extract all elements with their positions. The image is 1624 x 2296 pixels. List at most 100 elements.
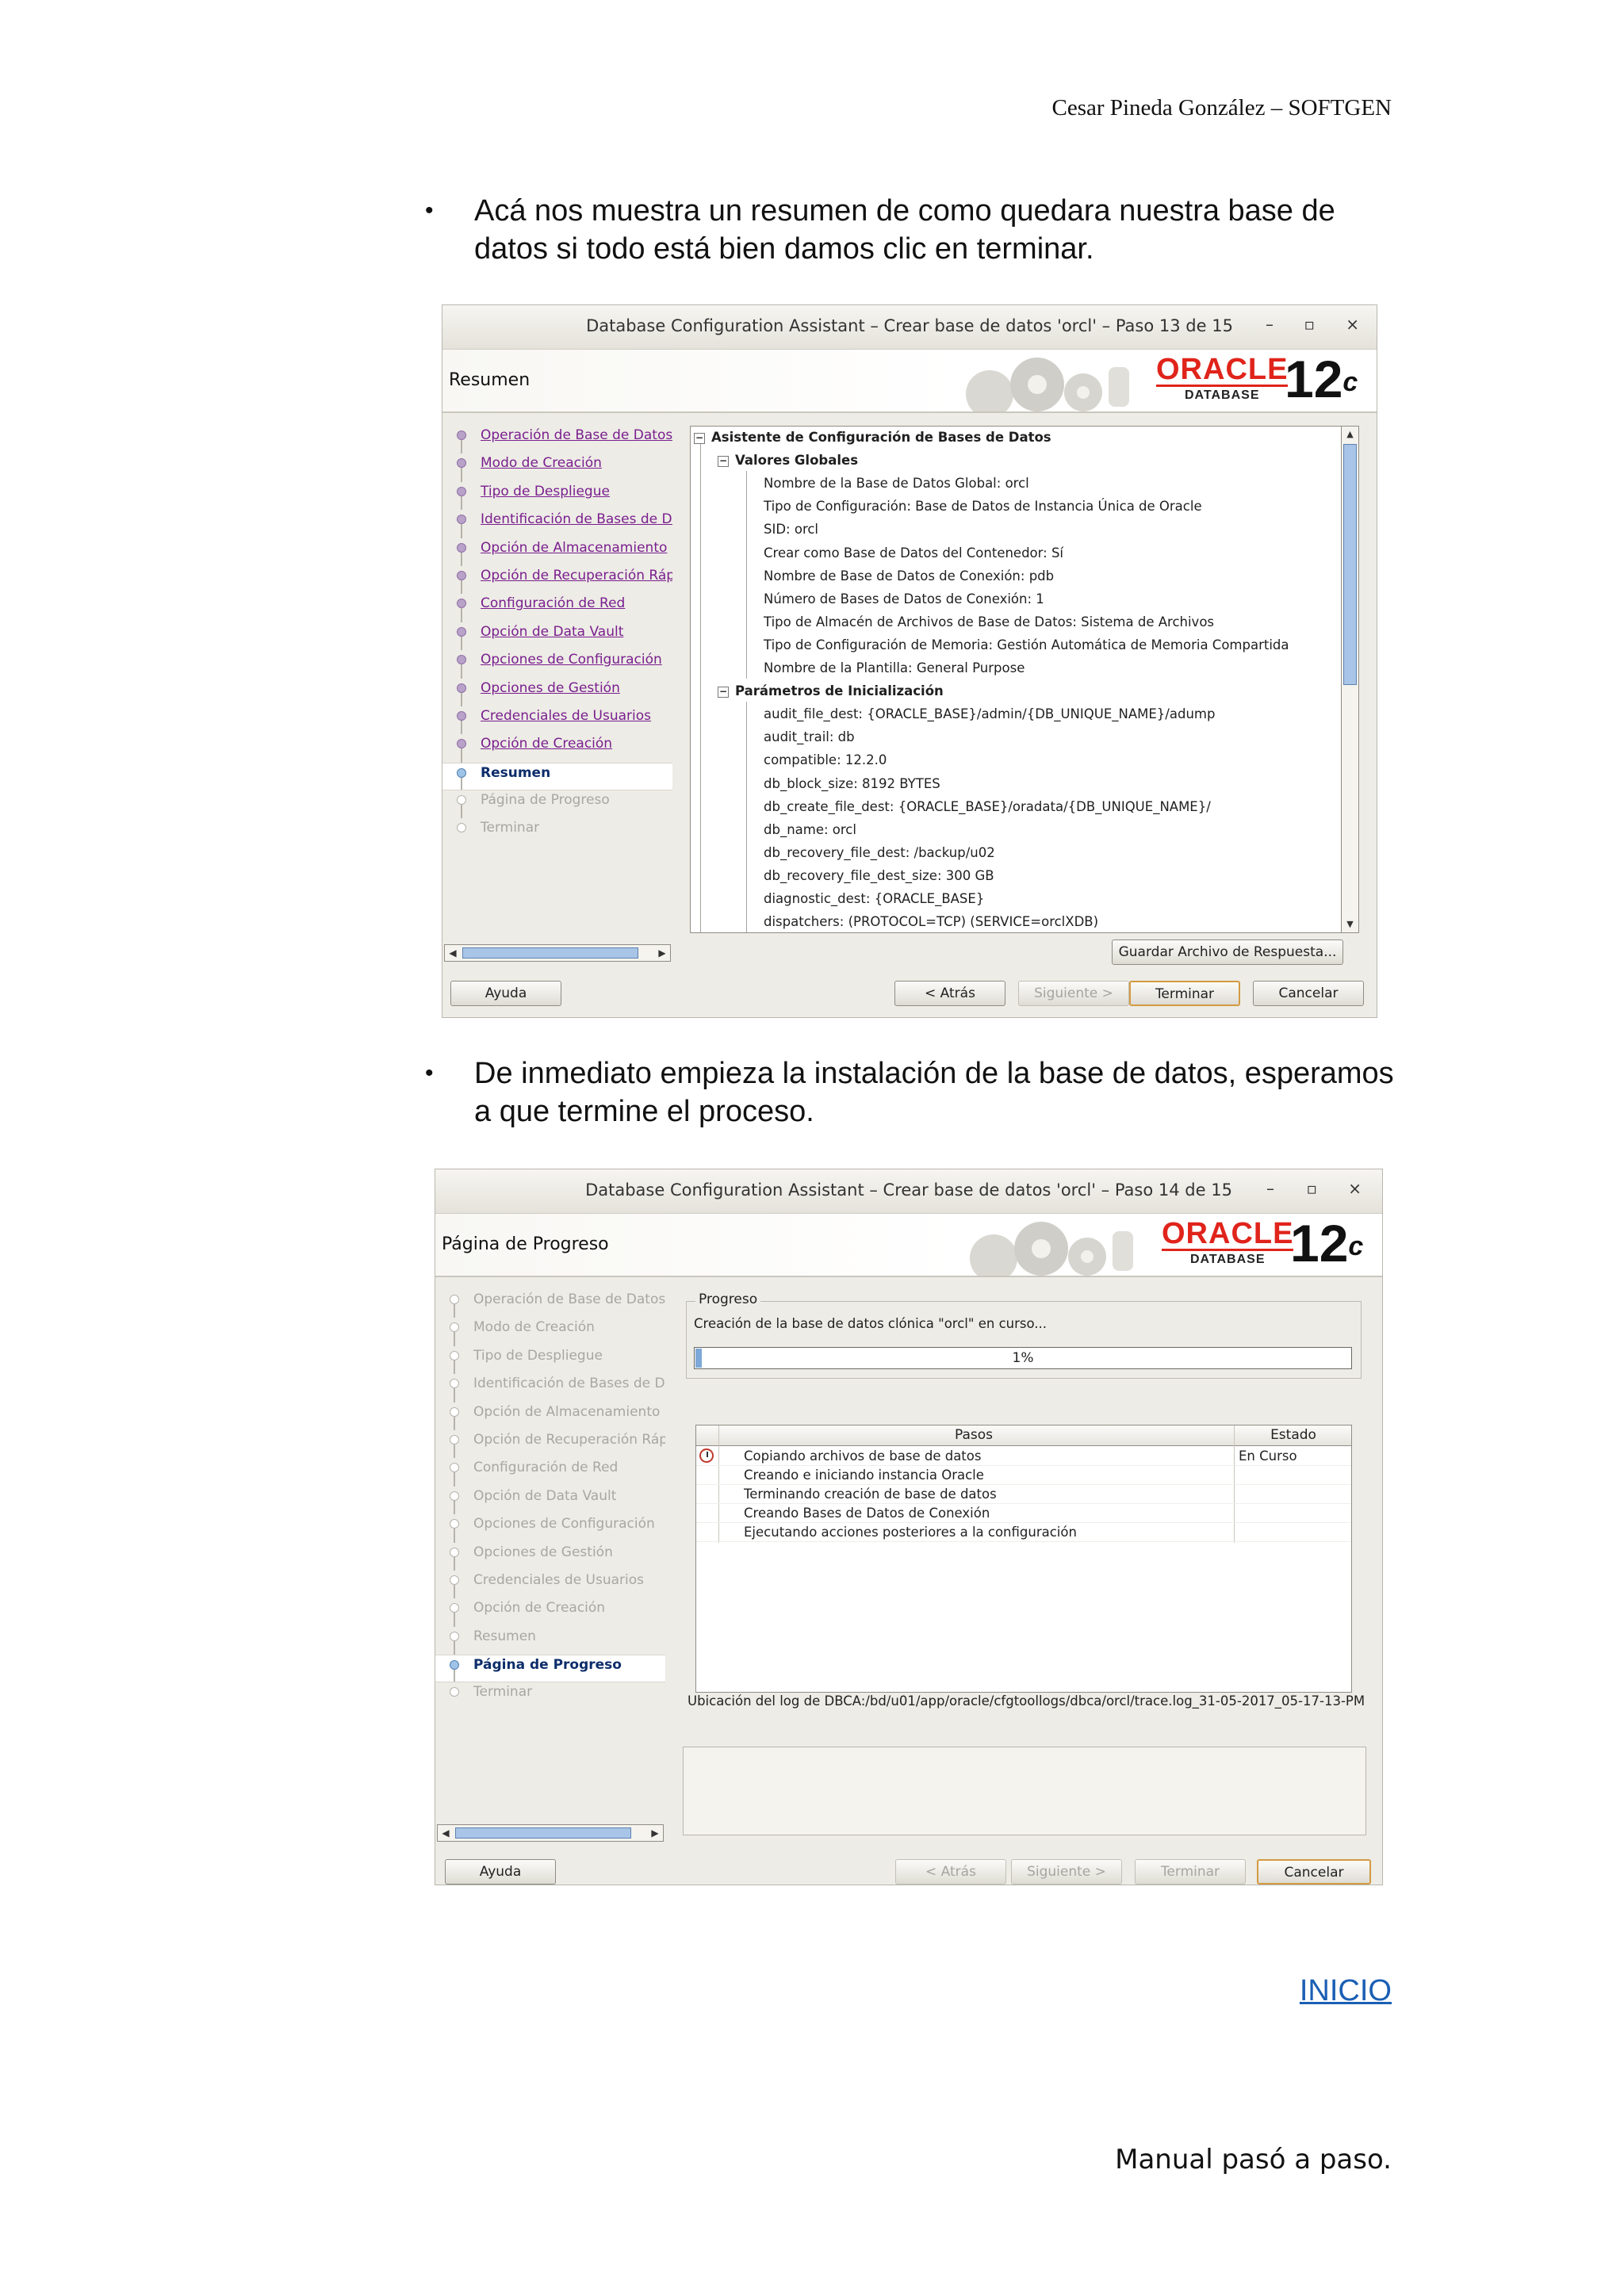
- next-button[interactable]: Siguiente >: [1011, 1859, 1122, 1885]
- scroll-down-icon[interactable]: ▼: [1342, 916, 1358, 932]
- back-button[interactable]: < Atrás: [895, 1859, 1006, 1885]
- nav-item[interactable]: Opción de Almacenamiento: [442, 538, 672, 566]
- tree-leaf-node: Crear como Base de Datos del Contenedor:…: [764, 545, 1063, 561]
- finish-button[interactable]: Terminar: [1129, 981, 1240, 1006]
- steps-header-name: Pasos: [954, 1427, 994, 1443]
- document-page: Cesar Pineda González – SOFTGEN • Acá no…: [0, 0, 1624, 2296]
- nav-item-label: Opciones de Gestión: [473, 1544, 613, 1560]
- nav-item-label: Operación de Base de Datos: [473, 1292, 665, 1307]
- tree-root-node: − Asistente de Configuración de Bases de …: [694, 430, 1051, 445]
- window-title: Database Configuration Assistant – Crear…: [586, 316, 1233, 335]
- scrollbar-thumb[interactable]: [455, 1827, 631, 1839]
- tree-leaf-node: SID: orcl: [764, 522, 818, 537]
- tree-leaf-node: Nombre de Base de Datos de Conexión: pdb: [764, 568, 1054, 584]
- nav-item[interactable]: Modo de Creación: [442, 453, 672, 482]
- nav-item[interactable]: Opciones de Gestión: [442, 679, 672, 706]
- oracle-product: DATABASE: [1189, 1253, 1266, 1266]
- nav-item[interactable]: Identificación de Bases de Da: [442, 510, 672, 538]
- step-indicator-icon: [450, 1490, 459, 1501]
- gears-icon: [966, 358, 1129, 411]
- scrollbar-thumb[interactable]: [1343, 444, 1357, 685]
- scroll-right-icon[interactable]: ▶: [654, 945, 670, 961]
- nav-item[interactable]: Opción de Creación: [442, 734, 672, 763]
- step-indicator-icon: [450, 1350, 459, 1360]
- tree-guide-line: [700, 444, 701, 932]
- cancel-button[interactable]: Cancelar: [1253, 981, 1364, 1006]
- cancel-button[interactable]: Cancelar: [1257, 1859, 1371, 1885]
- scroll-left-icon[interactable]: ◀: [438, 1825, 454, 1841]
- nav-item: Resumen: [442, 762, 672, 791]
- scroll-left-icon[interactable]: ◀: [445, 945, 461, 961]
- minimize-icon[interactable]: –: [1266, 315, 1274, 334]
- tree-leaf-node: db_recovery_file_dest: /backup/u02: [764, 845, 995, 860]
- oracle-product: DATABASE: [1184, 388, 1260, 402]
- inicio-link[interactable]: INICIO: [1300, 1974, 1392, 2008]
- nav-item[interactable]: Opción de Data Vault: [442, 622, 672, 651]
- scroll-right-icon[interactable]: ▶: [647, 1825, 663, 1841]
- oracle-logo: ORACLE DATABASE: [1162, 1219, 1294, 1267]
- tree-vertical-scrollbar[interactable]: ▲ ▼: [1341, 427, 1358, 932]
- tree-guide-line: [746, 471, 747, 679]
- nav-item-label: Terminar: [473, 1684, 533, 1701]
- step-indicator-icon: [457, 655, 466, 665]
- step-name: Copiando archivos de base de datos: [744, 1448, 982, 1464]
- maximize-icon[interactable]: ▫: [1306, 1179, 1317, 1198]
- maximize-icon[interactable]: ▫: [1304, 315, 1315, 334]
- tree-node-text: Tipo de Configuración: Base de Datos de …: [764, 499, 1202, 515]
- log-output-area[interactable]: [683, 1747, 1366, 1835]
- step-indicator-icon: [457, 823, 466, 833]
- table-row: Creando Bases de Datos de Conexión: [696, 1504, 1351, 1523]
- step-indicator-icon: [450, 1603, 459, 1613]
- finish-button[interactable]: Terminar: [1135, 1859, 1246, 1885]
- nav-item[interactable]: Tipo de Despliegue: [442, 482, 672, 511]
- step-indicator-icon: [457, 795, 466, 806]
- tree-node-text: Tipo de Configuración de Memoria: Gestió…: [764, 637, 1289, 652]
- collapse-icon[interactable]: −: [718, 687, 729, 698]
- header-author: Cesar Pineda González – SOFTGEN: [1051, 95, 1392, 121]
- step-connector: [454, 1444, 455, 1459]
- tree-node-text: Asistente de Configuración de Bases de D…: [711, 430, 1051, 445]
- save-response-file-button[interactable]: Guardar Archivo de Respuesta...: [1112, 939, 1343, 965]
- step-name: Creando e iniciando instancia Oracle: [744, 1468, 984, 1483]
- nav-item[interactable]: Opciones de Configuración: [442, 650, 672, 679]
- nav-item-label: Tipo de Despliegue: [481, 483, 610, 499]
- scrollbar-thumb[interactable]: [462, 947, 638, 959]
- back-button[interactable]: < Atrás: [894, 981, 1005, 1006]
- step-indicator-icon: [457, 767, 466, 778]
- table-row: Ejecutando acciones posteriores a la con…: [696, 1523, 1351, 1542]
- tree-node-text: Parámetros de Inicialización: [735, 683, 944, 699]
- collapse-icon[interactable]: −: [718, 456, 729, 468]
- close-icon[interactable]: ×: [1346, 315, 1359, 334]
- progress-status-text: Creación de la base de datos clónica "or…: [694, 1316, 1048, 1331]
- nav-item[interactable]: Opción de Recuperación Rápi: [442, 566, 672, 595]
- tree-leaf-node: db_name: orcl: [764, 822, 856, 837]
- table-row: Terminando creación de base de datos: [696, 1485, 1351, 1504]
- page-title: Página de Progreso: [442, 1234, 609, 1254]
- tree-node-text: audit_file_dest: {ORACLE_BASE}/admin/{DB…: [764, 706, 1216, 722]
- nav-horizontal-scrollbar[interactable]: ◀ ▶: [444, 944, 671, 962]
- nav-item: Tipo de Despliegue: [435, 1346, 665, 1375]
- collapse-icon[interactable]: −: [694, 433, 705, 444]
- nav-item[interactable]: Configuración de Red: [442, 594, 672, 622]
- next-button[interactable]: Siguiente >: [1018, 981, 1129, 1006]
- version-number: 12: [1285, 350, 1343, 408]
- nav-item-label: Modo de Creación: [473, 1319, 595, 1336]
- help-button[interactable]: Ayuda: [450, 981, 561, 1006]
- page-header: Página de Progreso ORACLE DATABASE 12c: [435, 1214, 1382, 1277]
- tree-node-text: db_name: orcl: [764, 821, 856, 837]
- step-connector: [461, 440, 462, 454]
- nav-item[interactable]: Operación de Base de Datos: [442, 426, 672, 454]
- nav-item-label: Opción de Almacenamiento: [481, 539, 668, 556]
- version-number: 12: [1290, 1214, 1349, 1272]
- close-icon[interactable]: ×: [1348, 1179, 1362, 1198]
- nav-item[interactable]: Credenciales de Usuarios: [442, 706, 672, 735]
- help-button[interactable]: Ayuda: [445, 1859, 556, 1885]
- minimize-icon[interactable]: –: [1266, 1179, 1274, 1198]
- step-indicator-icon: [457, 486, 466, 496]
- nav-item: Resumen: [435, 1627, 665, 1655]
- nav-horizontal-scrollbar[interactable]: ◀ ▶: [437, 1824, 664, 1842]
- tree-node-text: audit_trail: db: [764, 729, 855, 745]
- tree-leaf-node: Tipo de Almacén de Archivos de Base de D…: [764, 614, 1214, 629]
- tree-node-text: Tipo de Almacén de Archivos de Base de D…: [764, 614, 1215, 629]
- scroll-up-icon[interactable]: ▲: [1342, 427, 1358, 442]
